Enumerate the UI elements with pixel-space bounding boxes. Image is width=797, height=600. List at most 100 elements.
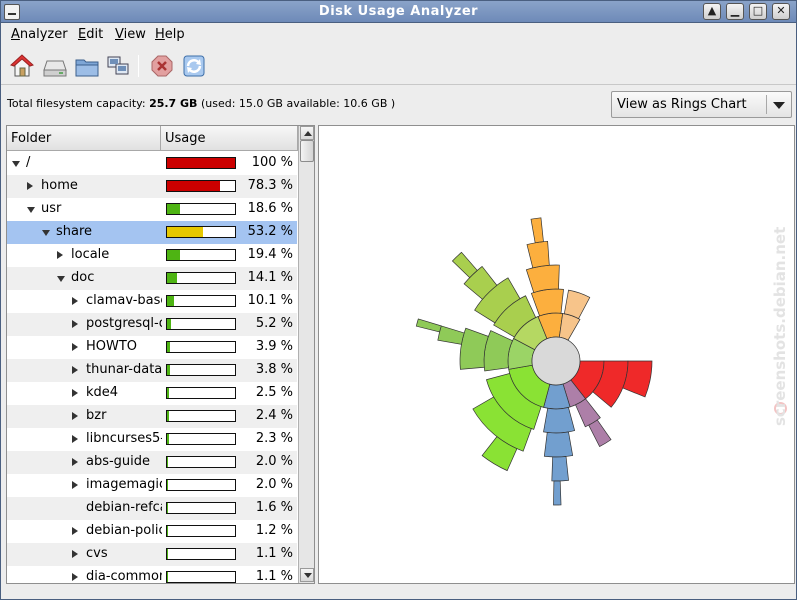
tree-row[interactable]: imagemagick 2.0 % [7, 474, 297, 497]
menu-edit-label: dit [86, 27, 104, 42]
usage-percent: 53.2 % [247, 224, 293, 239]
ring-segment[interactable] [415, 318, 442, 333]
usage-bar-fill [167, 319, 171, 329]
tree-row[interactable]: HOWTO 3.9 % [7, 336, 297, 359]
scan-home-button[interactable] [9, 53, 35, 79]
scan-folder-button[interactable] [74, 53, 100, 79]
expander-collapsed-icon[interactable] [72, 573, 78, 581]
tree-row[interactable]: share 53.2 % [7, 221, 297, 244]
scroll-thumb[interactable] [300, 140, 314, 162]
close-icon: ✕ [776, 4, 786, 17]
menu-help[interactable]: Help [155, 27, 185, 42]
ring-segment[interactable] [553, 480, 562, 506]
usage-percent: 3.9 % [255, 339, 293, 354]
column-header-folder[interactable]: Folder [7, 126, 161, 151]
ring-segment[interactable] [530, 217, 544, 244]
ring-segment[interactable] [451, 251, 478, 279]
tree-row[interactable]: locale 19.4 % [7, 244, 297, 267]
expander-expanded-icon[interactable] [27, 207, 35, 213]
capacity-detail: (used: 15.0 GB available: 10.6 GB ) [200, 97, 396, 110]
tree-row[interactable]: libncurses5-dev 2.3 % [7, 428, 297, 451]
expander-collapsed-icon[interactable] [72, 435, 78, 443]
scroll-up-button[interactable] [300, 126, 314, 140]
close-button[interactable]: ✕ [772, 3, 790, 20]
menu-view[interactable]: View [115, 27, 146, 42]
expander-collapsed-icon[interactable] [72, 366, 78, 374]
rings-chart-panel[interactable]: screenshots.debian.net [318, 125, 795, 584]
ring-segment[interactable] [459, 327, 489, 370]
minimize-button[interactable]: ▁ [726, 3, 744, 20]
expander-collapsed-icon[interactable] [72, 389, 78, 397]
ring-segment[interactable] [543, 406, 576, 434]
expander-expanded-icon[interactable] [57, 276, 65, 282]
tree-row[interactable]: cvs 1.1 % [7, 543, 297, 566]
expander-collapsed-icon[interactable] [72, 343, 78, 351]
refresh-button[interactable] [181, 53, 207, 79]
tree-row[interactable]: debian-refcard 1.6 % [7, 497, 297, 520]
expander-collapsed-icon[interactable] [57, 251, 63, 259]
expander-collapsed-icon[interactable] [72, 297, 78, 305]
expander-collapsed-icon[interactable] [72, 527, 78, 535]
usage-bar-fill [167, 457, 169, 467]
tree-row[interactable]: home 78.3 % [7, 175, 297, 198]
tree-scrollbar[interactable] [298, 126, 314, 583]
folder-name: debian-refcard [86, 500, 162, 515]
scan-filesystem-button[interactable] [42, 53, 68, 79]
tree-row[interactable]: clamav-base 10.1 % [7, 290, 297, 313]
tree-row[interactable]: kde4 2.5 % [7, 382, 297, 405]
tree-row[interactable]: bzr 2.4 % [7, 405, 297, 428]
maximize-button[interactable]: □ [749, 3, 767, 20]
column-header-usage[interactable]: Usage [161, 126, 298, 151]
expander-collapsed-icon[interactable] [72, 320, 78, 328]
tree-row[interactable]: abs-guide 2.0 % [7, 451, 297, 474]
menu-analyzer-label: nalyzer [19, 27, 68, 42]
ring-segment[interactable] [551, 456, 569, 482]
expander-collapsed-icon[interactable] [72, 412, 78, 420]
tree-row[interactable]: doc 14.1 % [7, 267, 297, 290]
stop-button[interactable] [149, 53, 175, 79]
usage-percent: 18.6 % [247, 201, 293, 216]
expander-collapsed-icon[interactable] [27, 182, 33, 190]
folder-name: thunar-data [86, 362, 162, 377]
scroll-up-icon [304, 131, 312, 136]
usage-bar-fill [167, 434, 169, 444]
expander-expanded-icon[interactable] [42, 230, 50, 236]
menu-edit[interactable]: Edit [78, 27, 103, 42]
folder-tree[interactable]: Folder Usage / 100 % home 78.3 % usr 18.6 % sh… [6, 125, 315, 584]
ring-segment[interactable] [525, 264, 560, 293]
expander-collapsed-icon[interactable] [72, 458, 78, 466]
ring-center[interactable] [531, 336, 581, 386]
title-bar[interactable]: Disk Usage Analyzer ▲ ▁ □ ✕ [1, 1, 796, 23]
expander-expanded-icon[interactable] [12, 161, 20, 167]
usage-bar-fill [167, 227, 204, 237]
shade-button[interactable]: ▲ [703, 3, 721, 20]
tree-row[interactable]: dia-common 1.1 % [7, 566, 297, 584]
view-mode-select[interactable]: View as Rings Chart [611, 91, 792, 118]
stop-icon [151, 55, 173, 77]
menu-analyzer[interactable]: Analyzer [11, 27, 68, 42]
rings-chart[interactable] [319, 126, 795, 584]
tree-row[interactable]: thunar-data 3.8 % [7, 359, 297, 382]
expander-collapsed-icon[interactable] [72, 550, 78, 558]
ring-segment[interactable] [437, 325, 465, 345]
ring-segment[interactable] [563, 289, 591, 320]
usage-percent: 1.6 % [255, 500, 293, 515]
tree-row[interactable]: debian-policy 1.2 % [7, 520, 297, 543]
tree-row[interactable]: / 100 % [7, 152, 297, 175]
scroll-down-button[interactable] [300, 568, 314, 582]
usage-percent: 5.2 % [255, 316, 293, 331]
ring-segment[interactable] [543, 431, 574, 458]
menu-analyzer-mnemonic: A [11, 27, 20, 42]
scan-remote-button[interactable] [105, 53, 131, 79]
ring-segment[interactable] [530, 288, 564, 317]
ring-segment[interactable] [526, 240, 550, 269]
usage-percent: 19.4 % [247, 247, 293, 262]
capacity-text: Total filesystem capacity: 25.7 GB (used… [7, 97, 395, 110]
usage-percent: 1.1 % [255, 569, 293, 584]
ring-segment[interactable] [588, 419, 612, 448]
folder-icon [75, 59, 99, 77]
tree-row[interactable]: usr 18.6 % [7, 198, 297, 221]
expander-collapsed-icon[interactable] [72, 481, 78, 489]
tree-row[interactable]: postgresql-doc 5.2 % [7, 313, 297, 336]
usage-bar [166, 410, 236, 422]
